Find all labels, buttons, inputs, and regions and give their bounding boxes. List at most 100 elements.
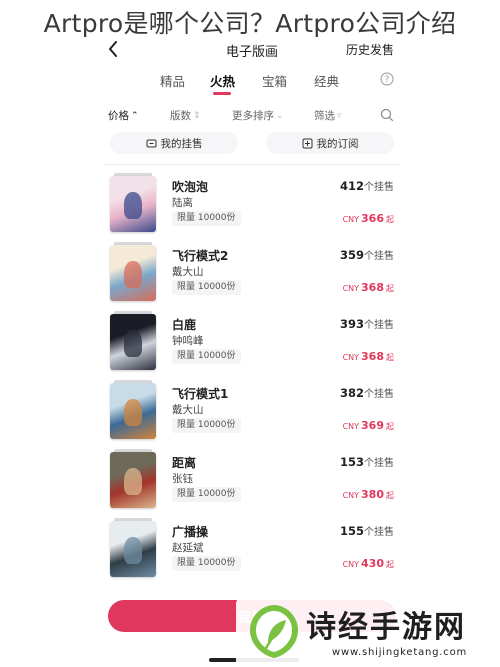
watermark: 诗经手游网 www.shijingketang.com bbox=[236, 596, 500, 667]
artwork-thumbnail bbox=[110, 383, 156, 439]
price-currency: CNY bbox=[342, 491, 360, 500]
count-unit: 个挂售 bbox=[364, 527, 394, 538]
item-limit-badge: 限量 10000份 bbox=[172, 556, 241, 571]
price-suffix: 起 bbox=[386, 284, 394, 293]
filter-edition-label: 版数 bbox=[170, 110, 191, 122]
list-item[interactable]: 飞行模式1 戴大山 限量 10000份 382个挂售 CNY 369 起 bbox=[96, 380, 408, 443]
count-unit: 个挂售 bbox=[364, 182, 394, 193]
svg-text:?: ? bbox=[385, 75, 390, 85]
artwork-thumbnail bbox=[110, 314, 156, 370]
item-title: 距离 bbox=[172, 456, 197, 470]
item-price: CNY 430 起 bbox=[343, 557, 394, 570]
watermark-brand: 诗经手游网 bbox=[306, 610, 466, 645]
count-unit: 个挂售 bbox=[364, 389, 394, 400]
tab-jingpin[interactable]: 精品 bbox=[160, 71, 185, 90]
tab-baoxiang[interactable]: 宝箱 bbox=[262, 71, 287, 90]
item-listing-count: 382个挂售 bbox=[340, 385, 394, 400]
plus-box-icon bbox=[302, 138, 312, 148]
price-value: 368 bbox=[361, 281, 384, 294]
item-price: CNY 380 起 bbox=[343, 488, 394, 501]
artwork-figure bbox=[123, 467, 143, 495]
artwork-thumbnail bbox=[110, 452, 156, 508]
item-author: 陆离 bbox=[172, 197, 193, 209]
price-value: 369 bbox=[361, 419, 384, 432]
price-value: 430 bbox=[361, 557, 384, 570]
item-limit-badge: 限量 10000份 bbox=[172, 211, 241, 226]
count-value: 153 bbox=[339, 455, 364, 469]
price-suffix: 起 bbox=[386, 353, 394, 362]
help-icon[interactable]: ? bbox=[380, 72, 394, 86]
item-title: 吹泡泡 bbox=[172, 180, 209, 194]
list-item[interactable]: 白鹿 钟鸣峰 限量 10000份 393个挂售 CNY 368 起 bbox=[96, 311, 408, 374]
filter-screen-label: 筛选 bbox=[314, 110, 335, 122]
item-title: 飞行模式2 bbox=[172, 249, 229, 263]
overlay-title: Artpro是哪个公司？Artpro公司介绍 bbox=[43, 9, 457, 38]
artwork-figure bbox=[123, 329, 143, 357]
search-icon[interactable] bbox=[380, 108, 394, 122]
item-price: CNY 369 起 bbox=[343, 419, 394, 432]
filter-more-sort[interactable]: 更多排序 ⌄ bbox=[232, 108, 284, 123]
artwork-figure bbox=[123, 398, 143, 426]
watermark-url: www.shijingketang.com bbox=[332, 647, 468, 658]
item-author: 戴大山 bbox=[172, 404, 204, 416]
my-listings-label: 我的挂售 bbox=[160, 137, 203, 150]
filter-more-sort-label: 更多排序 bbox=[232, 110, 274, 122]
item-listing-count: 153个挂售 bbox=[340, 454, 394, 469]
item-limit-badge: 限量 10000份 bbox=[172, 418, 241, 433]
list-item[interactable]: 广播操 赵延斌 限量 10000份 155个挂售 CNY 430 起 bbox=[96, 518, 408, 581]
item-limit-badge: 限量 10000份 bbox=[172, 280, 241, 295]
count-value: 155 bbox=[339, 524, 364, 538]
history-link[interactable]: 历史发售 bbox=[346, 41, 394, 58]
price-currency: CNY bbox=[342, 215, 360, 224]
divider bbox=[104, 164, 400, 165]
count-value: 393 bbox=[339, 317, 364, 331]
filter-edition[interactable]: 版数 ⇕ bbox=[170, 108, 201, 123]
item-author: 张钰 bbox=[172, 473, 193, 485]
my-orders-label: 我的订阅 bbox=[316, 137, 359, 150]
price-suffix: 起 bbox=[386, 491, 394, 500]
count-unit: 个挂售 bbox=[364, 251, 394, 262]
price-currency: CNY bbox=[342, 353, 360, 362]
item-limit-badge: 限量 10000份 bbox=[172, 349, 241, 364]
list-item[interactable]: 飞行模式2 戴大山 限量 10000份 359个挂售 CNY 368 起 bbox=[96, 242, 408, 305]
count-value: 359 bbox=[339, 248, 364, 262]
artwork-thumbnail bbox=[110, 245, 156, 301]
chevron-down-icon: ⌄ bbox=[276, 110, 284, 121]
filter-screen[interactable]: 筛选 ▿ bbox=[314, 108, 342, 123]
item-title: 广播操 bbox=[172, 525, 209, 539]
action-row: 我的挂售 我的订阅 bbox=[96, 132, 408, 156]
item-limit-badge: 限量 10000份 bbox=[172, 487, 241, 502]
price-suffix: 起 bbox=[386, 560, 394, 569]
item-listing-count: 393个挂售 bbox=[340, 316, 394, 331]
item-price: CNY 368 起 bbox=[343, 350, 394, 363]
artwork-thumbnail bbox=[110, 176, 156, 232]
count-unit: 个挂售 bbox=[364, 320, 394, 331]
price-currency: CNY bbox=[342, 560, 360, 569]
item-author: 钟鸣峰 bbox=[172, 335, 204, 347]
item-listing-count: 359个挂售 bbox=[340, 247, 394, 262]
price-value: 380 bbox=[361, 488, 384, 501]
funnel-icon: ▿ bbox=[337, 110, 342, 121]
sort-both-icon: ⇕ bbox=[193, 110, 201, 121]
active-tab-indicator bbox=[213, 92, 231, 95]
artwork-figure bbox=[123, 260, 143, 288]
item-listing-count: 155个挂售 bbox=[340, 523, 394, 538]
filter-price[interactable]: 价格 ⌃ bbox=[108, 108, 139, 123]
my-listings-button[interactable]: 我的挂售 bbox=[110, 132, 238, 154]
item-author: 戴大山 bbox=[172, 266, 204, 278]
price-value: 368 bbox=[361, 350, 384, 363]
item-listing-count: 412个挂售 bbox=[340, 178, 394, 193]
price-currency: CNY bbox=[342, 284, 360, 293]
category-tabs: 精品 火热 宝箱 经典 ? bbox=[96, 68, 408, 96]
tab-jingdian[interactable]: 经典 bbox=[314, 71, 339, 90]
artwork-thumbnail bbox=[110, 521, 156, 577]
my-orders-button[interactable]: 我的订阅 bbox=[266, 132, 394, 154]
tab-huore[interactable]: 火热 bbox=[210, 71, 235, 90]
list-item[interactable]: 距离 张钰 限量 10000份 153个挂售 CNY 380 起 bbox=[96, 449, 408, 512]
count-value: 382 bbox=[339, 386, 364, 400]
list-item[interactable]: 吹泡泡 陆离 限量 10000份 412个挂售 CNY 366 起 bbox=[96, 173, 408, 236]
item-title: 白鹿 bbox=[172, 318, 197, 332]
item-author: 赵延斌 bbox=[172, 542, 204, 554]
artwork-figure bbox=[123, 191, 143, 219]
item-price: CNY 366 起 bbox=[343, 212, 394, 225]
